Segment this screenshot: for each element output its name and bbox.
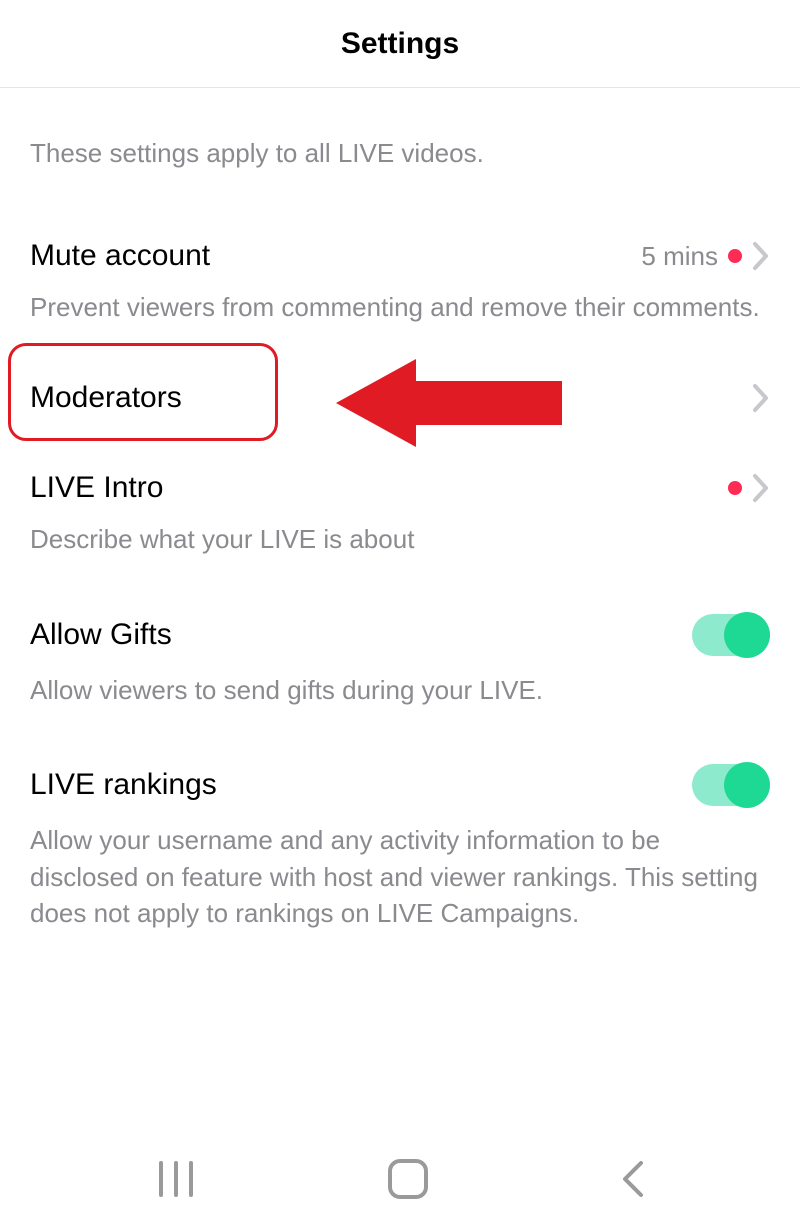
nav-back-icon[interactable] (617, 1157, 647, 1201)
dot-indicator-icon (728, 249, 742, 263)
chevron-right-icon (752, 241, 770, 271)
setting-title: Mute account (30, 239, 210, 273)
setting-right (752, 383, 770, 413)
setting-desc: Allow your username and any activity inf… (30, 822, 770, 931)
setting-title: LIVE Intro (30, 471, 163, 505)
content: These settings apply to all LIVE videos.… (0, 138, 800, 931)
nav-recents-icon[interactable] (153, 1159, 199, 1199)
setting-value: 5 mins (641, 241, 718, 272)
setting-mute-account[interactable]: Mute account 5 mins Prevent viewers from… (30, 239, 770, 325)
setting-live-rankings: LIVE rankings Allow your username and an… (30, 764, 770, 931)
toggle-live-rankings[interactable] (692, 764, 770, 806)
dot-indicator-icon (728, 481, 742, 495)
setting-right (728, 473, 770, 503)
setting-moderators[interactable]: Moderators (30, 381, 770, 415)
setting-live-intro[interactable]: LIVE Intro Describe what your LIVE is ab… (30, 471, 770, 557)
navigation-bar (0, 1134, 800, 1224)
header: Settings (0, 0, 800, 88)
intro-text: These settings apply to all LIVE videos. (30, 138, 770, 169)
setting-right: 5 mins (641, 241, 770, 272)
setting-title: LIVE rankings (30, 768, 217, 802)
setting-desc: Describe what your LIVE is about (30, 521, 770, 557)
setting-title: Allow Gifts (30, 618, 172, 652)
setting-desc: Allow viewers to send gifts during your … (30, 672, 770, 708)
nav-home-icon[interactable] (386, 1157, 430, 1201)
chevron-right-icon (752, 383, 770, 413)
page-title: Settings (341, 27, 459, 61)
setting-title: Moderators (30, 381, 182, 415)
setting-desc: Prevent viewers from commenting and remo… (30, 289, 770, 325)
setting-allow-gifts: Allow Gifts Allow viewers to send gifts … (30, 614, 770, 708)
chevron-right-icon (752, 473, 770, 503)
toggle-allow-gifts[interactable] (692, 614, 770, 656)
